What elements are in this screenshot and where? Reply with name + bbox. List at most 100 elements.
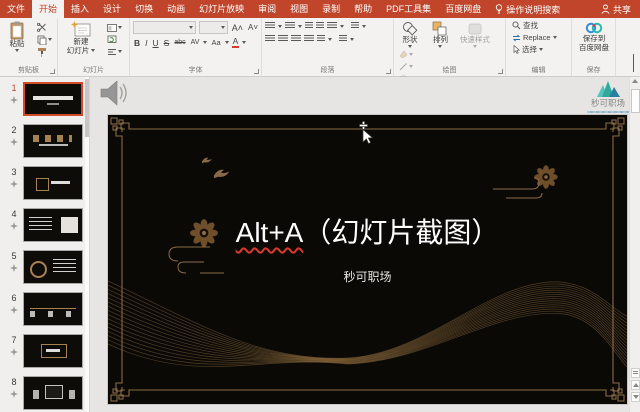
thumbnail-image[interactable]	[23, 334, 83, 368]
font-name-select[interactable]	[133, 21, 196, 34]
thumbnail-slide-1[interactable]: 1	[0, 82, 89, 124]
paragraph-dialog-launcher[interactable]	[386, 69, 391, 74]
bold-button[interactable]: B	[133, 38, 141, 48]
find-label: 查找	[523, 21, 538, 30]
animation-star-icon	[10, 96, 18, 104]
thumbnail-image[interactable]	[23, 166, 83, 200]
tab-slideshow[interactable]: 幻灯片放映	[192, 0, 251, 18]
thumbnail-slide-6[interactable]: 6	[0, 292, 89, 334]
shapes-button[interactable]: 形状	[397, 21, 423, 48]
tab-animations[interactable]: 动画	[160, 0, 192, 18]
select-button[interactable]: 选择	[512, 45, 569, 54]
font-dialog-launcher[interactable]	[254, 69, 259, 74]
tab-pdf-tools[interactable]: PDF工具集	[379, 0, 438, 18]
align-left-button[interactable]	[265, 35, 275, 43]
scrollbar-extra-button[interactable]	[631, 368, 640, 378]
new-slide-button[interactable]: 新建 幻灯片	[61, 21, 101, 55]
thumbnail-slide-7[interactable]: 7	[0, 334, 89, 376]
thumbnail-image[interactable]	[23, 292, 83, 326]
shadow-strike-button[interactable]: S	[163, 38, 171, 48]
justify-button[interactable]	[304, 35, 314, 43]
paste-button[interactable]: 粘贴	[3, 21, 31, 52]
thumbnail-slide-8[interactable]: 8	[0, 376, 89, 412]
tab-view[interactable]: 视图	[283, 0, 315, 18]
thumbnail-slide-2[interactable]: 2	[0, 124, 89, 166]
font-color-button[interactable]: A	[231, 37, 240, 48]
replace-button[interactable]: Replace	[512, 33, 569, 42]
copy-button[interactable]	[37, 35, 53, 45]
animation-star-icon	[10, 348, 18, 356]
numbering-button[interactable]	[285, 22, 295, 30]
font-size-select[interactable]	[198, 21, 228, 34]
align-center-button[interactable]	[278, 35, 288, 43]
tab-baidu-netdisk[interactable]: 百度网盘	[438, 0, 488, 18]
arrange-button[interactable]: 排列	[427, 21, 453, 48]
animation-star-icon	[10, 306, 18, 314]
share-button[interactable]: 共享	[592, 0, 640, 18]
tell-me-search[interactable]: 操作说明搜索	[488, 0, 567, 18]
previous-slide-button[interactable]	[631, 380, 640, 390]
tab-design[interactable]: 设计	[96, 0, 128, 18]
italic-button[interactable]: I	[144, 38, 148, 48]
collapse-ribbon-button[interactable]	[633, 54, 634, 73]
bullets-button[interactable]	[265, 22, 275, 30]
quick-styles-button[interactable]: 快速样式	[458, 21, 492, 48]
thumbnail-slide-5[interactable]: 5	[0, 250, 89, 292]
slide-canvas[interactable]: Alt+A（幻灯片截图） 秒可职场	[108, 115, 627, 404]
shape-fill-button[interactable]	[399, 50, 413, 59]
tab-help[interactable]: 帮助	[347, 0, 379, 18]
save-to-baidu-button[interactable]: 保存到 百度网盘	[575, 21, 613, 52]
format-painter-button[interactable]	[37, 47, 52, 57]
strikethrough-button[interactable]: abc	[173, 39, 186, 46]
tab-transitions[interactable]: 切换	[128, 0, 160, 18]
character-spacing-button[interactable]: AV	[190, 39, 201, 46]
drawing-group-label: 绘图	[442, 67, 457, 74]
convert-smartart-button[interactable]	[339, 35, 347, 43]
thumbnail-scrollbar[interactable]	[85, 77, 89, 412]
tab-review[interactable]: 审阅	[251, 0, 283, 18]
slide-subtitle-textbox[interactable]: 秒可职场	[108, 268, 627, 285]
decrease-indent-button[interactable]	[305, 22, 313, 30]
reset-icon	[108, 35, 117, 43]
tab-record[interactable]: 录制	[315, 0, 347, 18]
scrollbar-thumb[interactable]	[631, 89, 640, 113]
tab-home[interactable]: 开始	[32, 0, 65, 18]
text-direction-button[interactable]	[351, 22, 359, 30]
cut-button[interactable]	[37, 23, 52, 32]
arrange-caret-icon	[438, 44, 443, 48]
tab-file[interactable]: 文件	[0, 0, 32, 18]
columns-button[interactable]	[317, 35, 325, 43]
next-slide-button[interactable]	[631, 392, 640, 402]
change-case-button[interactable]: Aa	[210, 38, 221, 47]
thumbnail-image[interactable]	[23, 250, 83, 284]
underline-button[interactable]: U	[152, 38, 160, 48]
corner-ornament-top-left	[110, 117, 142, 149]
audio-object[interactable]	[96, 77, 130, 111]
paste-clipboard-icon	[10, 21, 23, 40]
thumbnail-scrollbar-thumb[interactable]	[85, 79, 89, 137]
reset-slide-button[interactable]	[107, 35, 122, 44]
drawing-dialog-launcher[interactable]	[498, 69, 503, 74]
thumbnail-slide-3[interactable]: 3	[0, 166, 89, 208]
thumbnail-image[interactable]	[23, 82, 83, 116]
thumbnail-image[interactable]	[23, 376, 83, 410]
wave-lines	[108, 280, 627, 368]
find-button[interactable]: 查找	[512, 21, 569, 30]
decrease-font-button[interactable]: A˅	[247, 23, 259, 32]
layout-button[interactable]	[107, 23, 123, 32]
line-spacing-button[interactable]	[327, 22, 337, 30]
animation-star-icon	[10, 264, 18, 272]
tab-insert[interactable]: 插入	[64, 0, 96, 18]
clipboard-dialog-launcher[interactable]	[50, 69, 55, 74]
scroll-up-button[interactable]	[632, 79, 639, 86]
increase-indent-button[interactable]	[316, 22, 324, 30]
replace-label: Replace	[523, 33, 551, 42]
increase-font-button[interactable]: A˄	[231, 23, 244, 33]
section-button[interactable]	[107, 47, 123, 56]
thumbnail-slide-4[interactable]: 4	[0, 208, 89, 250]
thumbnail-image[interactable]	[23, 208, 83, 242]
vertical-scrollbar[interactable]	[629, 77, 640, 412]
thumbnail-image[interactable]	[23, 124, 83, 158]
slide-title-textbox[interactable]: Alt+A（幻灯片截图）	[108, 211, 627, 251]
align-right-button[interactable]	[291, 35, 301, 43]
